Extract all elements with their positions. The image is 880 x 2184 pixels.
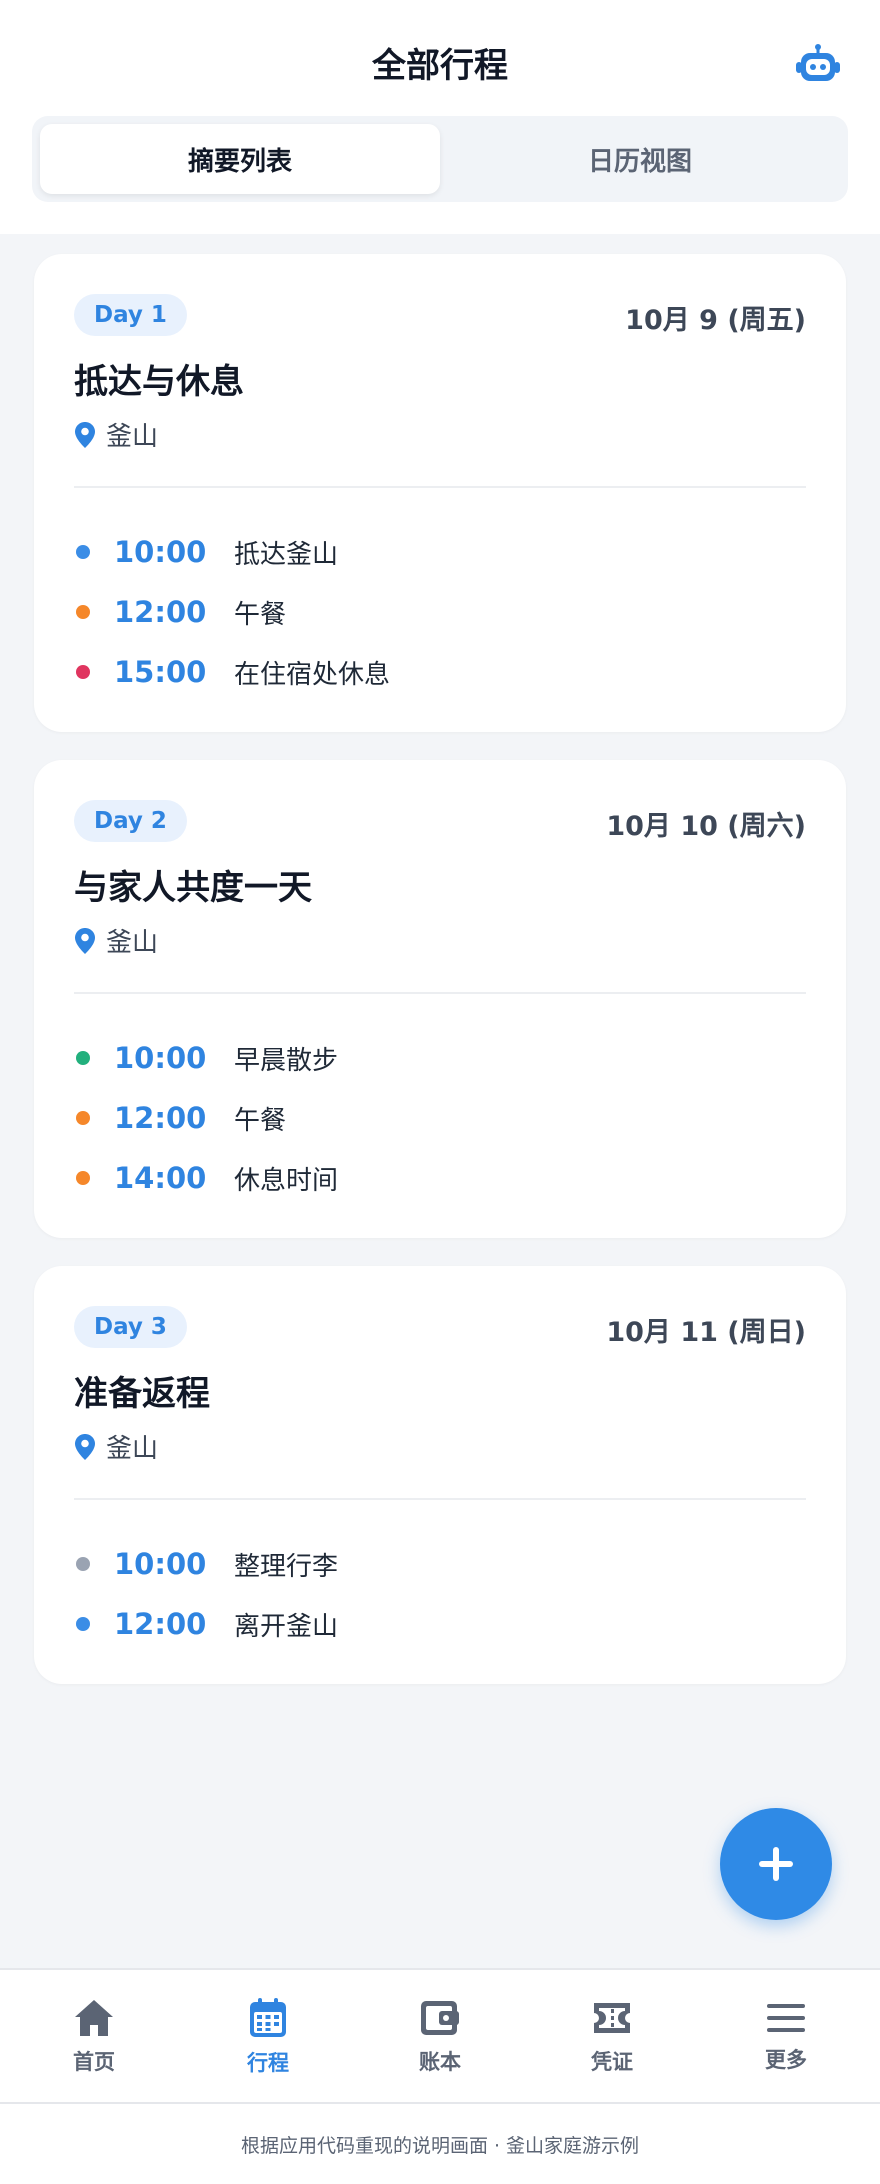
event-name: 在住宿处休息: [234, 659, 391, 690]
location-pin-icon: [75, 927, 95, 954]
nav-label: 首页: [73, 2050, 115, 2074]
day-badge: Day 2: [74, 800, 187, 842]
nav-item-ledger[interactable]: 账本: [352, 1970, 528, 2104]
add-itinerary-button[interactable]: [720, 1808, 832, 1920]
event-dot: [76, 1617, 90, 1631]
event-name: 抵达釜山: [234, 539, 339, 570]
header: 全部行程 摘要列表 日历视图: [0, 0, 880, 234]
event-name: 整理行李: [234, 1551, 339, 1582]
event-time: 14:00: [114, 1161, 207, 1195]
day-badge: Day 3: [74, 1306, 187, 1348]
event-dot: [76, 545, 90, 559]
tab-summary-list[interactable]: 摘要列表: [40, 124, 440, 194]
plus-icon: [759, 1847, 793, 1881]
day-badge: Day 1: [74, 294, 187, 336]
day-date: 10月 9 (周五): [625, 305, 806, 336]
event-name: 午餐: [234, 599, 287, 630]
event-time: 10:00: [114, 535, 207, 569]
event-dot: [76, 1171, 90, 1185]
event-row[interactable]: 10:00 早晨散步: [74, 1038, 338, 1078]
nav-item-more[interactable]: 更多: [698, 1970, 874, 2104]
event-time: 12:00: [114, 1101, 207, 1135]
day-title: 抵达与休息: [74, 362, 244, 402]
location-label: 釜山: [106, 422, 159, 452]
nav-label: 账本: [419, 2050, 461, 2074]
event-dot: [76, 1051, 90, 1065]
event-time: 10:00: [114, 1547, 207, 1581]
view-switcher: 摘要列表 日历视图: [32, 116, 848, 202]
nav-item-vouchers[interactable]: 凭证: [524, 1970, 700, 2104]
day-card[interactable]: Day 1 10月 9 (周五) 抵达与休息 釜山 10:00 抵达釜山 12:…: [34, 254, 846, 732]
ticket-icon: [594, 2003, 630, 2033]
assistant-bot-button[interactable]: [792, 38, 844, 90]
day-date: 10月 11 (周日): [606, 1317, 806, 1348]
location-label: 釜山: [106, 1434, 159, 1464]
event-dot: [76, 1111, 90, 1125]
nav-item-itinerary[interactable]: 行程: [180, 1970, 356, 2104]
calendar-icon: [250, 1998, 286, 2037]
event-row[interactable]: 12:00 离开釜山: [74, 1604, 338, 1644]
event-name: 离开釜山: [234, 1611, 339, 1642]
location-pin-icon: [75, 421, 95, 448]
event-row[interactable]: 10:00 整理行李: [74, 1544, 338, 1584]
event-row[interactable]: 12:00 午餐: [74, 1098, 286, 1138]
location-label: 釜山: [106, 928, 159, 958]
day-location: 釜山: [74, 416, 158, 453]
event-row[interactable]: 10:00 抵达釜山: [74, 532, 338, 572]
divider: [74, 486, 806, 488]
event-time: 15:00: [114, 655, 207, 689]
event-dot: [76, 605, 90, 619]
event-row[interactable]: 12:00 午餐: [74, 592, 286, 632]
menu-icon: [767, 2004, 805, 2032]
event-dot: [76, 665, 90, 679]
nav-label: 更多: [765, 2048, 807, 2072]
day-location: 釜山: [74, 1428, 158, 1465]
nav-label: 行程: [247, 2051, 289, 2075]
nav-label: 凭证: [591, 2050, 633, 2074]
event-time: 10:00: [114, 1041, 207, 1075]
divider: [74, 1498, 806, 1500]
wallet-icon: [421, 2001, 459, 2035]
day-title: 与家人共度一天: [74, 868, 312, 908]
event-name: 早晨散步: [234, 1045, 339, 1076]
footer-caption: 根据应用代码重现的说明画面 · 釜山家庭游示例: [0, 2102, 880, 2184]
location-pin-icon: [75, 1433, 95, 1460]
divider: [74, 992, 806, 994]
event-row[interactable]: 15:00 在住宿处休息: [74, 652, 390, 692]
event-dot: [76, 1557, 90, 1571]
day-location: 釜山: [74, 922, 158, 959]
home-icon: [75, 2000, 113, 2036]
event-time: 12:00: [114, 595, 207, 629]
event-time: 12:00: [114, 1607, 207, 1641]
event-name: 休息时间: [234, 1165, 339, 1196]
robot-icon: [796, 44, 840, 81]
tab-calendar-view[interactable]: 日历视图: [440, 124, 840, 194]
page-title: 全部行程: [372, 46, 508, 86]
day-card[interactable]: Day 2 10月 10 (周六) 与家人共度一天 釜山 10:00 早晨散步 …: [34, 760, 846, 1238]
nav-item-home[interactable]: 首页: [6, 1970, 182, 2104]
event-name: 午餐: [234, 1105, 287, 1136]
bottom-nav: 首页 行程 账本 凭证 更多: [0, 1968, 880, 2104]
day-card[interactable]: Day 3 10月 11 (周日) 准备返程 釜山 10:00 整理行李 12:…: [34, 1266, 846, 1684]
day-date: 10月 10 (周六): [606, 811, 806, 842]
event-row[interactable]: 14:00 休息时间: [74, 1158, 338, 1198]
day-title: 准备返程: [74, 1374, 210, 1414]
